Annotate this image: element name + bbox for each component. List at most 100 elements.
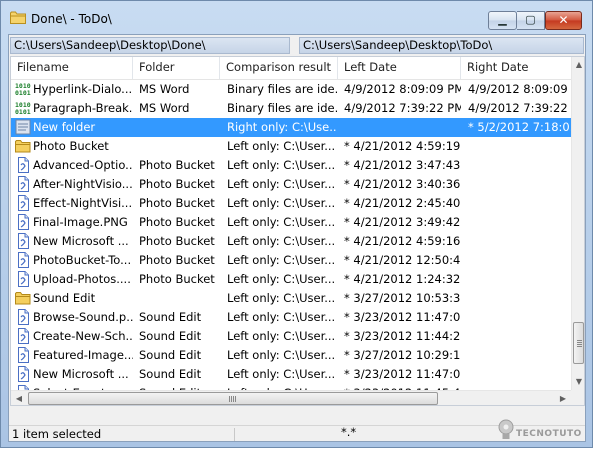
cell-right-date — [468, 194, 571, 213]
cell-filename: New Microsoft ... — [33, 367, 129, 381]
cell-comparison: Left only: C:\User... — [227, 253, 336, 267]
column-header-filename[interactable]: Filename — [11, 57, 133, 79]
status-selection: 1 item selected — [12, 427, 102, 441]
cell-comparison: Left only: C:\User... — [227, 215, 336, 229]
vertical-scrollbar[interactable]: ▲ ▼ — [571, 57, 584, 390]
cell-comparison: Binary files are ide... — [227, 82, 337, 96]
cell-folder: MS Word — [139, 101, 190, 115]
list-row[interactable]: 1010 0101 Paragraph-Break... MS Word Binary … — [11, 99, 571, 118]
bulb-icon — [498, 419, 514, 439]
cell-comparison: Left only: C:\User... — [227, 367, 336, 381]
cell-right-date — [468, 289, 571, 308]
cell-folder: Sound Edit — [139, 348, 202, 362]
title-bar[interactable]: Done\ - ToDo\ ▁ ▢ ✕ — [1, 1, 592, 34]
list-row[interactable]: Upload-Photos.... Photo Bucket Left only: … — [11, 270, 571, 289]
cell-left-date — [344, 118, 461, 137]
cell-comparison: Left only: C:\User... — [227, 177, 336, 191]
cell-right-date — [468, 232, 571, 251]
horizontal-scroll-thumb[interactable] — [28, 392, 438, 405]
list-row[interactable]: New Microsoft ... Sound Edit Left only: C:… — [11, 365, 571, 384]
cell-folder: Sound Edit — [139, 310, 202, 324]
cell-right-date — [468, 251, 571, 270]
horizontal-scrollbar[interactable]: ◀ ▶ — [11, 390, 571, 405]
maximize-button[interactable]: ▢ — [517, 11, 545, 30]
list-header: Filename Folder Comparison result Left D… — [11, 57, 571, 80]
list-row[interactable]: PhotoBucket-To... Photo Bucket Left only: … — [11, 251, 571, 270]
list-row[interactable]: Browse-Sound.p... Sound Edit Left only: C:… — [11, 308, 571, 327]
cell-comparison: Left only: C:\User... — [227, 310, 336, 324]
list-row[interactable]: Featured-Image.... Sound Edit Left only: C… — [11, 346, 571, 365]
cell-left-date: 4/9/2012 8:09:09 PM — [344, 82, 461, 96]
cell-left-date: * 3/27/2012 10:29:1... — [344, 348, 461, 362]
column-header-right-date[interactable]: Right Date — [461, 57, 571, 79]
cell-filename: Advanced-Optio... — [33, 158, 133, 172]
app-window: Done\ - ToDo\ ▁ ▢ ✕ C:\Users\Sandeep\Des… — [0, 0, 593, 448]
cell-left-date: * 4/21/2012 3:47:43 ... — [344, 158, 461, 172]
column-header-folder[interactable]: Folder — [133, 57, 220, 79]
minimize-button[interactable]: ▁ — [488, 11, 517, 30]
list-rows: 1010 0101 Hyperlink-Dialo... MS Word Binary … — [11, 80, 571, 403]
cell-comparison: Left only: C:\User... — [227, 272, 336, 286]
cell-folder: Photo Bucket — [139, 177, 215, 191]
scroll-down-icon[interactable]: ▼ — [572, 374, 584, 390]
cell-right-date — [468, 137, 571, 156]
cell-right-date — [468, 213, 571, 232]
list-row[interactable]: Advanced-Optio... Photo Bucket Left only: … — [11, 156, 571, 175]
folder-icon — [15, 138, 31, 154]
cell-filename: Photo Bucket — [33, 139, 109, 153]
cell-filename: Create-New-Sch... — [33, 329, 133, 343]
cell-left-date: * 4/21/2012 4:59:19 ... — [344, 139, 461, 153]
list-row[interactable]: Sound Edit Left only: C:\User... * 3/27/20… — [11, 289, 571, 308]
close-button[interactable]: ✕ — [545, 11, 582, 30]
cell-right-date: 4/9/2012 8:09:09 ... — [468, 82, 571, 96]
cell-left-date: * 4/21/2012 2:45:40 ... — [344, 196, 461, 210]
cell-comparison: Left only: C:\User... — [227, 158, 336, 172]
left-path-bar[interactable]: C:\Users\Sandeep\Desktop\Done\ — [10, 37, 290, 54]
column-header-left-date[interactable]: Left Date — [338, 57, 461, 79]
vertical-scroll-thumb[interactable] — [573, 322, 584, 364]
cell-filename: After-NightVisio... — [33, 177, 133, 191]
right-path-bar[interactable]: C:\Users\Sandeep\Desktop\ToDo\ — [299, 37, 584, 54]
cell-comparison: Left only: C:\User... — [227, 329, 336, 343]
file-icon — [15, 347, 31, 363]
cell-right-date — [468, 346, 571, 365]
list-row[interactable]: New folder Right only: C:\Use... * 5/2/201… — [11, 118, 571, 137]
cell-comparison: Left only: C:\User... — [227, 234, 336, 248]
svg-text:0101: 0101 — [15, 108, 31, 116]
scroll-left-icon[interactable]: ◀ — [11, 391, 27, 405]
cell-folder: MS Word — [139, 82, 190, 96]
close-icon: ✕ — [558, 13, 569, 27]
folder-icon — [10, 11, 26, 24]
list-row[interactable]: 1010 0101 Hyperlink-Dialo... MS Word Binary … — [11, 80, 571, 99]
cell-folder: Sound Edit — [139, 367, 202, 381]
column-header-comparison[interactable]: Comparison result — [220, 57, 338, 79]
cell-filename: Hyperlink-Dialo... — [33, 82, 133, 96]
list-row[interactable]: New Microsoft ... Photo Bucket Left only: … — [11, 232, 571, 251]
cell-right-date: 4/9/2012 7:39:22 ... — [468, 101, 571, 115]
list-row[interactable]: After-NightVisio... Photo Bucket Left only… — [11, 175, 571, 194]
file-icon — [15, 233, 31, 249]
scroll-right-icon[interactable]: ▶ — [555, 391, 571, 405]
cell-comparison: Left only: C:\User... — [227, 139, 336, 153]
watermark-text: TECNOTUTO — [516, 429, 582, 439]
cell-filename: New Microsoft ... — [33, 234, 129, 248]
cell-right-date — [468, 308, 571, 327]
list-row[interactable]: Final-Image.PNG Photo Bucket Left only: C:… — [11, 213, 571, 232]
cell-comparison: Left only: C:\User... — [227, 291, 336, 305]
cell-left-date: * 3/23/2012 11:47:0... — [344, 310, 461, 324]
cell-folder: Photo Bucket — [139, 272, 215, 286]
compare-list[interactable]: Filename Folder Comparison result Left D… — [10, 56, 585, 406]
list-row[interactable]: Photo Bucket Left only: C:\User... * 4/21/… — [11, 137, 571, 156]
cell-left-date: * 3/23/2012 11:44:2... — [344, 329, 461, 343]
file-icon — [15, 214, 31, 230]
watermark-logo: TECNOTUTO — [494, 413, 594, 447]
cell-left-date: * 3/27/2012 10:53:3... — [344, 291, 461, 305]
list-row[interactable]: Create-New-Sch... Sound Edit Left only: C:… — [11, 327, 571, 346]
cell-filename: Browse-Sound.p... — [33, 310, 133, 324]
folder-icon — [15, 119, 31, 135]
cell-right-date — [468, 156, 571, 175]
cell-left-date: 4/9/2012 7:39:22 PM — [344, 101, 461, 115]
cell-comparison: Left only: C:\User... — [227, 348, 336, 362]
scroll-up-icon[interactable]: ▲ — [572, 57, 584, 73]
list-row[interactable]: Effect-NightVisi... Photo Bucket Left only… — [11, 194, 571, 213]
